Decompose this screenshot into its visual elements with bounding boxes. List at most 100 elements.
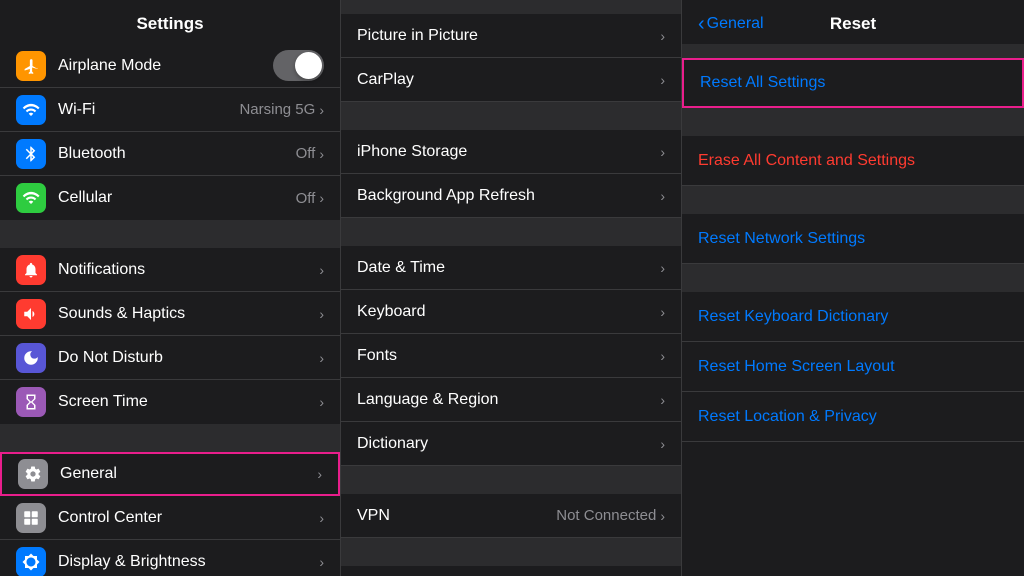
notifications-label: Notifications [58,261,319,279]
pip-label: Picture in Picture [357,27,660,45]
language-chevron: › [660,392,665,408]
reset-header: ‹ General Reset [682,0,1024,44]
row-notifications[interactable]: Notifications › [0,248,340,292]
datetime-label: Date & Time [357,259,660,277]
reset-gap-3 [682,264,1024,292]
row-pip[interactable]: Picture in Picture › [341,14,681,58]
pip-chevron: › [660,28,665,44]
controlcenter-label: Control Center [58,509,319,527]
cellular-label: Cellular [58,189,296,207]
moon-icon [16,343,46,373]
donotdisturb-label: Do Not Disturb [58,349,319,367]
row-keyboard[interactable]: Keyboard › [341,290,681,334]
iphonestorage-label: iPhone Storage [357,143,660,161]
row-language[interactable]: Language & Region › [341,378,681,422]
divider-2 [0,424,340,452]
vpn-label: VPN [357,507,556,525]
reset-panel: ‹ General Reset Reset All Settings Erase… [682,0,1024,576]
backgroundapp-chevron: › [660,188,665,204]
row-cellular[interactable]: Cellular Off › [0,176,340,220]
row-legalreg[interactable]: Legal & Regulatory › [341,566,681,576]
row-reset-all[interactable]: Reset All Settings [682,58,1024,108]
airplane-label: Airplane Mode [58,57,273,75]
row-wifi[interactable]: Wi-Fi Narsing 5G › [0,88,340,132]
section-notifications: Notifications › Sounds & Haptics › Do No… [0,248,340,424]
hourglass-icon [16,387,46,417]
reset-location-label: Reset Location & Privacy [698,408,877,426]
row-reset-keyboard[interactable]: Reset Keyboard Dictionary [682,292,1024,342]
controlcenter-chevron: › [319,510,324,526]
notifications-icon [16,255,46,285]
row-iphonestorage[interactable]: iPhone Storage › [341,130,681,174]
cellular-value: Off [296,190,316,207]
row-reset-homescreen[interactable]: Reset Home Screen Layout [682,342,1024,392]
notifications-chevron: › [319,262,324,278]
mid-divider-4 [341,538,681,566]
row-airplane[interactable]: Airplane Mode [0,44,340,88]
row-bluetooth[interactable]: Bluetooth Off › [0,132,340,176]
row-carplay[interactable]: CarPlay › [341,58,681,102]
keyboard-label: Keyboard [357,303,660,321]
displaybrightness-label: Display & Brightness [58,553,319,571]
general-label: General [60,465,317,483]
keyboard-chevron: › [660,304,665,320]
reset-top-gap [682,44,1024,58]
reset-homescreen-label: Reset Home Screen Layout [698,358,895,376]
wifi-icon [16,95,46,125]
row-reset-location[interactable]: Reset Location & Privacy [682,392,1024,442]
back-button[interactable]: ‹ General [698,14,764,34]
displaybrightness-chevron: › [319,554,324,570]
row-erase-all[interactable]: Erase All Content and Settings [682,136,1024,186]
sounds-label: Sounds & Haptics [58,305,319,323]
mid-divider-2 [341,218,681,246]
row-displaybrightness[interactable]: Display & Brightness › [0,540,340,576]
row-vpn[interactable]: VPN Not Connected › [341,494,681,538]
back-label: General [707,15,764,33]
carplay-chevron: › [660,72,665,88]
reset-title: Reset [830,14,876,34]
cellular-chevron: › [319,190,324,206]
mid-divider-1 [341,102,681,130]
gear-icon [18,459,48,489]
settings-title: Settings [0,0,340,44]
fonts-label: Fonts [357,347,660,365]
wifi-label: Wi-Fi [58,101,239,119]
back-chevron-icon: ‹ [698,14,705,34]
controlcenter-icon [16,503,46,533]
row-screentime[interactable]: Screen Time › [0,380,340,424]
general-panel: Picture in Picture › CarPlay › iPhone St… [341,0,682,576]
row-fonts[interactable]: Fonts › [341,334,681,378]
row-sounds[interactable]: Sounds & Haptics › [0,292,340,336]
row-controlcenter[interactable]: Control Center › [0,496,340,540]
row-donotdisturb[interactable]: Do Not Disturb › [0,336,340,380]
section-connectivity: Airplane Mode Wi-Fi Narsing 5G › Bluetoo… [0,44,340,220]
row-general[interactable]: General › [0,452,340,496]
bluetooth-label: Bluetooth [58,145,296,163]
bluetooth-icon [16,139,46,169]
screentime-label: Screen Time [58,393,319,411]
divider-1 [0,220,340,248]
language-label: Language & Region [357,391,660,409]
carplay-label: CarPlay [357,71,660,89]
datetime-chevron: › [660,260,665,276]
backgroundapp-label: Background App Refresh [357,187,660,205]
wifi-value: Narsing 5G [239,101,315,118]
general-list: Picture in Picture › CarPlay › iPhone St… [341,0,681,576]
reset-network-label: Reset Network Settings [698,230,865,248]
vpn-chevron: › [660,508,665,524]
screentime-chevron: › [319,394,324,410]
row-backgroundapp[interactable]: Background App Refresh › [341,174,681,218]
bluetooth-chevron: › [319,146,324,162]
dictionary-label: Dictionary [357,435,660,453]
row-dictionary[interactable]: Dictionary › [341,422,681,466]
sounds-icon [16,299,46,329]
airplane-icon [16,51,46,81]
airplane-toggle[interactable] [273,50,324,81]
wifi-chevron: › [319,102,324,118]
mid-divider-3 [341,466,681,494]
row-datetime[interactable]: Date & Time › [341,246,681,290]
general-chevron: › [317,466,322,482]
erase-all-label: Erase All Content and Settings [698,152,915,170]
section-general: General › Control Center › Display & Bri… [0,452,340,576]
row-reset-network[interactable]: Reset Network Settings [682,214,1024,264]
